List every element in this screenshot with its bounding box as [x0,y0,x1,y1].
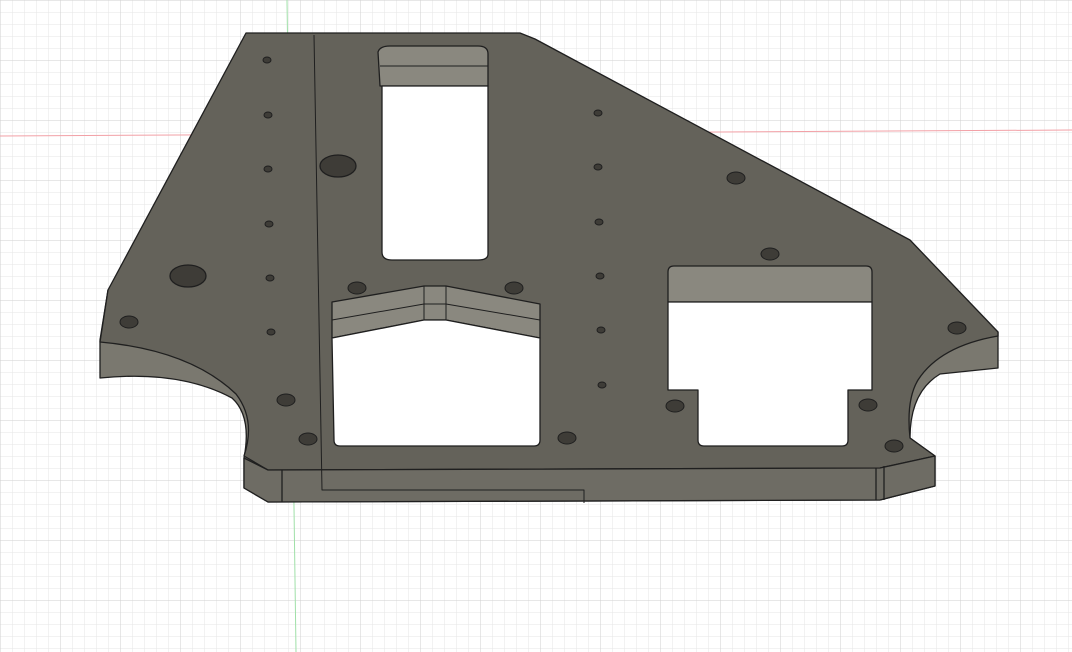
large-hole [169,264,207,288]
right-cutout-wall [667,265,873,303]
left-cutout-hole [331,319,541,447]
large-hole [319,154,357,178]
top-slot-hole [381,85,489,261]
3d-viewport[interactable] [0,0,1072,652]
viewport-canvas[interactable] [0,0,1072,652]
right-cutout-hole [667,301,873,447]
